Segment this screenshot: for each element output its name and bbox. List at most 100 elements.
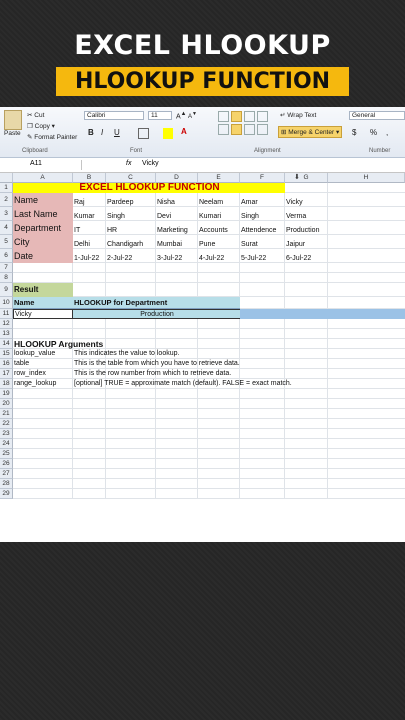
row-header-7[interactable]: 7: [0, 263, 13, 273]
bold-button[interactable]: B: [88, 128, 94, 137]
table-cell[interactable]: Nisha: [156, 196, 198, 210]
lookup-label-cell[interactable]: HLOOKUP for Department: [73, 297, 240, 309]
shrink-font-icon[interactable]: A▼: [188, 111, 197, 120]
row-header-25[interactable]: 25: [0, 449, 13, 459]
name-box[interactable]: A11: [2, 160, 82, 170]
header-cell[interactable]: Date: [13, 249, 73, 263]
align-center-icon[interactable]: [231, 124, 242, 135]
row-header-24[interactable]: 24: [0, 439, 13, 449]
table-cell[interactable]: Neelam: [198, 196, 240, 210]
column-header-a[interactable]: A: [13, 173, 73, 183]
column-header-g[interactable]: G: [285, 173, 328, 183]
row-header-19[interactable]: 19: [0, 389, 13, 399]
paste-button[interactable]: Paste: [4, 130, 21, 137]
formula-input[interactable]: Vicky: [142, 160, 159, 167]
currency-button[interactable]: $: [352, 128, 356, 137]
table-cell[interactable]: 6-Jul-22: [285, 252, 328, 266]
arg-name-cell[interactable]: row_index: [13, 369, 73, 379]
row-header-5[interactable]: 5: [0, 235, 13, 249]
row-header-14[interactable]: 14: [0, 339, 13, 349]
arg-name-cell[interactable]: table: [13, 359, 73, 369]
row-header-3[interactable]: 3: [0, 207, 13, 221]
underline-button[interactable]: U: [114, 128, 120, 137]
align-bottom-icon[interactable]: [244, 111, 255, 122]
row-header-20[interactable]: 20: [0, 399, 13, 409]
italic-button[interactable]: I: [101, 128, 103, 137]
row-header-16[interactable]: 16: [0, 359, 13, 369]
row-header-11[interactable]: 11: [0, 309, 13, 319]
indent-icon[interactable]: [257, 124, 268, 135]
row-header-18[interactable]: 18: [0, 379, 13, 389]
table-cell[interactable]: Kumar: [73, 210, 106, 224]
align-top-icon[interactable]: [218, 111, 229, 122]
lookup-result-cell[interactable]: Production: [73, 309, 240, 319]
row-header-8[interactable]: 8: [0, 273, 13, 283]
cut-button[interactable]: ✂ Cut: [27, 111, 44, 119]
format-painter-button[interactable]: ✎ Format Painter: [27, 133, 77, 141]
row-header-13[interactable]: 13: [0, 329, 13, 339]
copy-button[interactable]: ❐ Copy ▾: [27, 122, 55, 130]
row-header-12[interactable]: 12: [0, 319, 13, 329]
row-header-2[interactable]: 2: [0, 193, 13, 207]
grow-font-icon[interactable]: A▲: [176, 111, 186, 120]
number-format-select[interactable]: General: [349, 111, 405, 120]
fill-color-icon[interactable]: [163, 128, 173, 139]
orientation-icon[interactable]: [257, 111, 268, 122]
alignment-buttons[interactable]: [218, 111, 270, 139]
borders-icon[interactable]: [138, 128, 149, 139]
column-header-h[interactable]: H: [328, 173, 405, 183]
table-cell[interactable]: Pardeep: [106, 196, 156, 210]
row-header-17[interactable]: 17: [0, 369, 13, 379]
table-cell[interactable]: Jaipur: [285, 238, 328, 252]
table-cell[interactable]: Marketing: [156, 224, 198, 238]
table-cell[interactable]: 5-Jul-22: [240, 252, 285, 266]
row-header-10[interactable]: 10: [0, 297, 13, 309]
table-cell[interactable]: Verma: [285, 210, 328, 224]
sheet-title-cell[interactable]: EXCEL HLOOKUP FUNCTION: [13, 183, 285, 193]
table-cell[interactable]: Delhi: [73, 238, 106, 252]
table-cell[interactable]: Raj: [73, 196, 106, 210]
table-cell[interactable]: Mumbai: [156, 238, 198, 252]
header-cell[interactable]: City: [13, 235, 73, 249]
table-cell[interactable]: Production: [285, 224, 328, 238]
table-cell[interactable]: HR: [106, 224, 156, 238]
comma-button[interactable]: ,: [386, 128, 388, 137]
row-header-22[interactable]: 22: [0, 419, 13, 429]
align-middle-icon[interactable]: [231, 111, 242, 122]
table-cell[interactable]: 2-Jul-22: [106, 252, 156, 266]
percent-button[interactable]: %: [370, 128, 377, 137]
font-name-select[interactable]: Calibri: [84, 111, 144, 120]
row-header-15[interactable]: 15: [0, 349, 13, 359]
table-cell[interactable]: 3-Jul-22: [156, 252, 198, 266]
header-cell[interactable]: Last Name: [13, 207, 73, 221]
fx-icon[interactable]: fx: [126, 160, 131, 167]
column-header-f[interactable]: F: [240, 173, 285, 183]
table-cell[interactable]: IT: [73, 224, 106, 238]
row-header-23[interactable]: 23: [0, 429, 13, 439]
table-cell[interactable]: Singh: [106, 210, 156, 224]
row-header-4[interactable]: 4: [0, 221, 13, 235]
align-right-icon[interactable]: [244, 124, 255, 135]
arg-desc-cell[interactable]: This is the row number from which to ret…: [73, 369, 328, 379]
table-cell[interactable]: Vicky: [285, 196, 328, 210]
arg-name-cell[interactable]: lookup_value: [13, 349, 73, 359]
table-cell[interactable]: Surat: [240, 238, 285, 252]
align-left-icon[interactable]: [218, 124, 229, 135]
arg-desc-cell[interactable]: This indicates the value to lookup.: [73, 349, 328, 359]
select-all-corner[interactable]: [0, 173, 13, 183]
header-cell[interactable]: Department: [13, 221, 73, 235]
arg-name-cell[interactable]: range_lookup: [13, 379, 73, 389]
merge-center-button[interactable]: ⊞ Merge & Center ▾: [278, 126, 343, 138]
args-title-cell[interactable]: HLOOKUP Arguments: [13, 339, 156, 349]
table-cell[interactable]: 4-Jul-22: [198, 252, 240, 266]
header-cell[interactable]: Name: [13, 193, 73, 207]
name-label-cell[interactable]: Name: [13, 297, 73, 309]
table-cell[interactable]: Amar: [240, 196, 285, 210]
font-size-select[interactable]: 11: [148, 111, 172, 120]
row-header-1[interactable]: 1: [0, 183, 13, 193]
table-cell[interactable]: Pune: [198, 238, 240, 252]
table-cell[interactable]: Attendence: [240, 224, 285, 238]
table-cell[interactable]: Kumari: [198, 210, 240, 224]
table-cell[interactable]: Chandigarh: [106, 238, 156, 252]
row-header-21[interactable]: 21: [0, 409, 13, 419]
